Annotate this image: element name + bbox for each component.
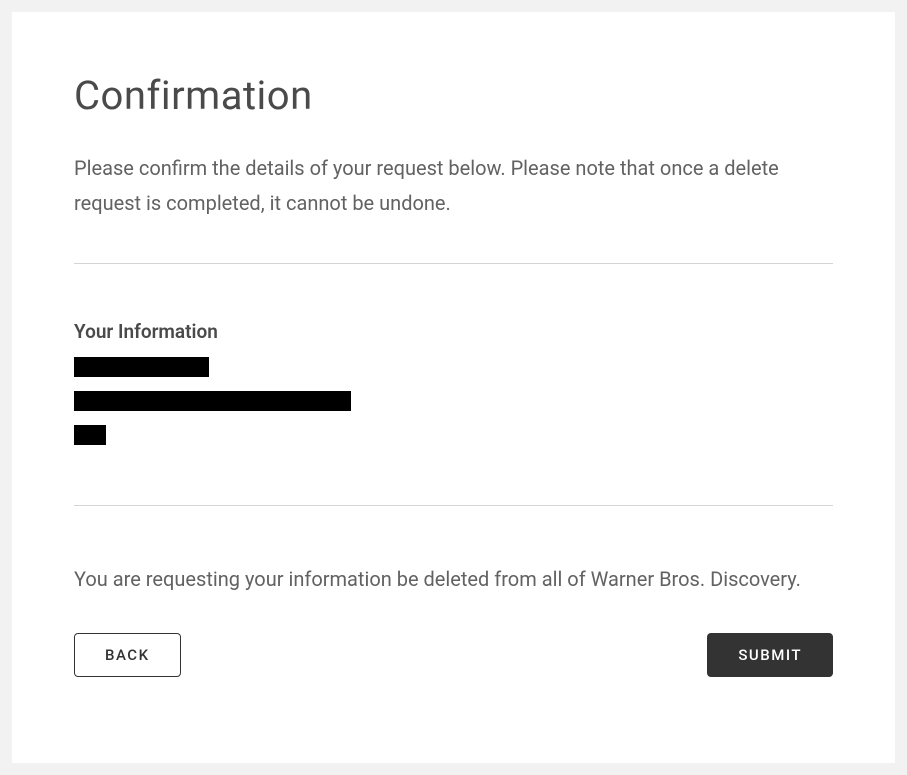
confirmation-card: Confirmation Please confirm the details … (12, 12, 895, 763)
confirmation-description: Please confirm the details of your reque… (74, 151, 833, 221)
divider (74, 505, 833, 506)
page-title: Confirmation (74, 72, 833, 119)
button-row: BACK SUBMIT (74, 633, 833, 677)
redacted-info-block (74, 357, 833, 445)
your-information-heading: Your Information (74, 320, 833, 343)
request-summary-text: You are requesting your information be d… (74, 562, 833, 597)
submit-button[interactable]: SUBMIT (707, 633, 833, 677)
redacted-line-1 (74, 357, 209, 377)
back-button[interactable]: BACK (74, 633, 181, 677)
redacted-line-3 (74, 425, 106, 445)
divider (74, 263, 833, 264)
redacted-line-2 (74, 391, 351, 411)
